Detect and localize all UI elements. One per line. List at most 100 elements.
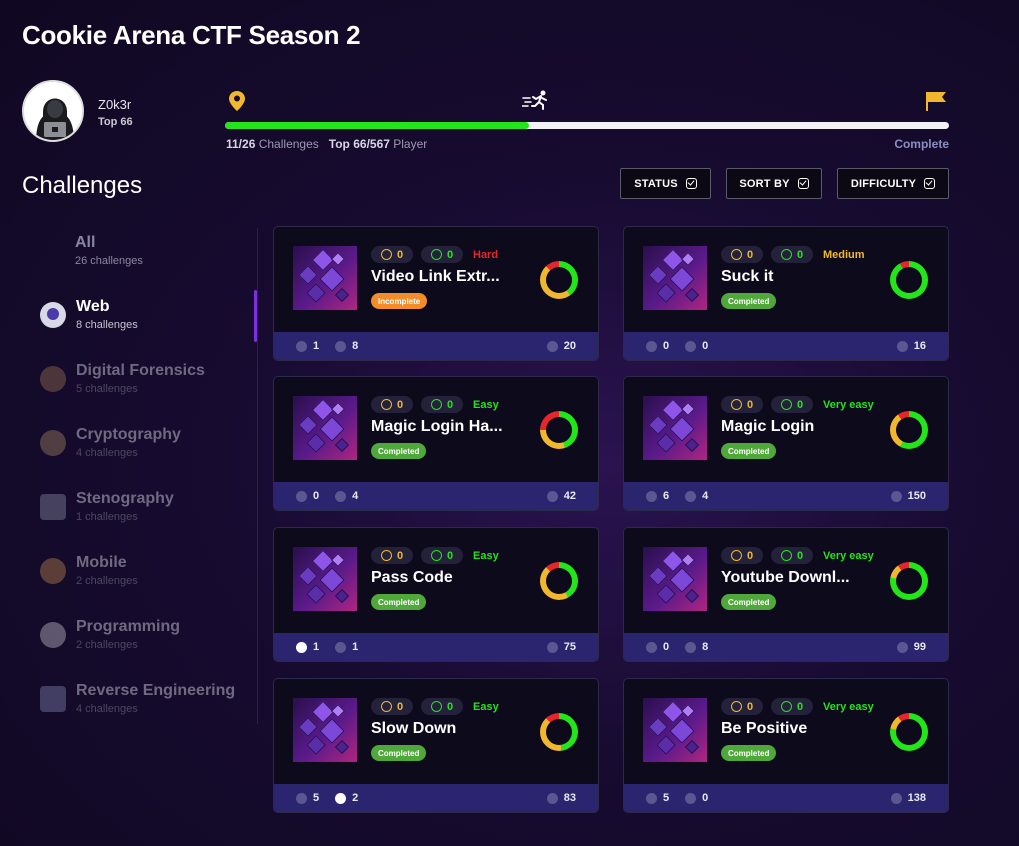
player-count: 75 xyxy=(546,641,576,653)
like-button[interactable]: 6 xyxy=(646,490,669,502)
status-badge: Incomplete xyxy=(371,293,428,309)
dislike-button[interactable]: 8 xyxy=(685,641,708,653)
category-count: 26 challenges xyxy=(75,255,143,267)
challenge-title[interactable]: Pass Code xyxy=(371,569,511,587)
thumbs-up-icon xyxy=(296,792,307,804)
coin-pill: 0 xyxy=(771,698,813,715)
dislike-button[interactable]: 2 xyxy=(335,792,358,804)
status-filter-button[interactable]: STATUS xyxy=(620,168,711,199)
challenge-card[interactable]: 0 0 Very easy Magic Login Completed 6 4 … xyxy=(623,376,949,511)
coin-pill: 0 xyxy=(771,547,813,564)
dislike-count: 1 xyxy=(352,641,359,653)
status-badge: Completed xyxy=(721,293,777,309)
like-button[interactable]: 5 xyxy=(296,792,319,804)
category-name: Stenography xyxy=(76,490,174,507)
dislike-count: 4 xyxy=(352,490,359,502)
thumbs-up-icon xyxy=(646,340,657,352)
challenge-footer: 0 8 99 xyxy=(624,633,948,661)
category-stenography[interactable]: Stenography 1 challenges xyxy=(40,490,174,523)
score-pill: 0 xyxy=(721,547,763,564)
challenge-footer: 5 2 83 xyxy=(274,784,598,812)
difficulty-filter-button[interactable]: DIFFICULTY xyxy=(837,168,949,199)
coin-pill: 0 xyxy=(771,396,813,413)
dislike-button[interactable]: 4 xyxy=(335,490,358,502)
category-cryptography[interactable]: Cryptography 4 challenges xyxy=(40,426,181,459)
like-button[interactable]: 0 xyxy=(646,641,669,653)
avatar[interactable] xyxy=(22,80,84,142)
like-button[interactable]: 0 xyxy=(646,340,669,352)
dislike-count: 0 xyxy=(702,340,709,352)
challenge-card[interactable]: 0 0 Hard Video Link Extr... Incomplete 1… xyxy=(273,226,599,361)
challenge-title[interactable]: Video Link Extr... xyxy=(371,268,511,286)
like-button[interactable]: 1 xyxy=(296,340,319,352)
category-digital-forensics[interactable]: Digital Forensics 5 challenges xyxy=(40,362,205,395)
category-all[interactable]: All 26 challenges xyxy=(75,234,143,267)
category-reverse-engineering[interactable]: Reverse Engineering 4 challenges xyxy=(40,682,235,715)
user-icon xyxy=(896,641,908,653)
timer-icon xyxy=(380,550,392,561)
dislike-button[interactable]: 0 xyxy=(685,792,708,804)
dislike-button[interactable]: 0 xyxy=(685,340,708,352)
challenge-meta: 0 0 Very easy xyxy=(721,396,874,413)
category-mobile[interactable]: Mobile 2 challenges xyxy=(40,554,138,587)
timer-icon xyxy=(380,249,392,260)
sort-by-button[interactable]: SORT BY xyxy=(726,168,822,199)
coin-icon xyxy=(430,249,442,260)
score-pill: 0 xyxy=(721,698,763,715)
dislike-button[interactable]: 1 xyxy=(335,641,358,653)
dislike-button[interactable]: 8 xyxy=(335,340,358,352)
like-button[interactable]: 5 xyxy=(646,792,669,804)
like-count: 6 xyxy=(663,490,670,502)
user-icon xyxy=(890,792,902,804)
challenge-card[interactable]: 0 0 Easy Magic Login Ha... Completed 0 4… xyxy=(273,376,599,511)
like-button[interactable]: 0 xyxy=(296,490,319,502)
score-pill: 0 xyxy=(371,246,413,263)
solve-rate-donut xyxy=(890,261,928,299)
challenge-card[interactable]: 0 0 Very easy Youtube Downl... Completed… xyxy=(623,527,949,662)
challenge-card[interactable]: 0 0 Medium Suck it Completed 0 0 16 xyxy=(623,226,949,361)
status-badge: Completed xyxy=(721,745,777,761)
mobile-category-icon xyxy=(40,558,66,584)
category-programming[interactable]: Programming 2 challenges xyxy=(40,618,180,651)
challenge-footer: 0 4 42 xyxy=(274,482,598,510)
score-pill: 0 xyxy=(371,396,413,413)
timer-icon xyxy=(380,701,392,712)
player-count: 99 xyxy=(896,641,926,653)
challenge-title[interactable]: Slow Down xyxy=(371,720,511,738)
complete-label: Complete xyxy=(894,137,949,151)
score-pill: 0 xyxy=(371,698,413,715)
difficulty-label: Very easy xyxy=(823,549,874,562)
challenge-title[interactable]: Be Positive xyxy=(721,720,861,738)
category-count: 2 challenges xyxy=(76,575,138,587)
challenge-card[interactable]: 0 0 Easy Slow Down Completed 5 2 83 xyxy=(273,678,599,813)
running-person-icon xyxy=(522,90,547,110)
player-count-value: 16 xyxy=(913,340,926,352)
coin-pill: 0 xyxy=(421,246,463,263)
challenge-title[interactable]: Magic Login xyxy=(721,418,861,436)
challenge-card[interactable]: 0 0 Easy Pass Code Completed 1 1 75 xyxy=(273,527,599,662)
challenge-meta: 0 0 Very easy xyxy=(721,698,874,715)
like-button[interactable]: 1 xyxy=(296,641,319,653)
check-square-icon xyxy=(797,178,809,189)
dislike-count: 4 xyxy=(702,490,709,502)
coin-value: 0 xyxy=(446,248,454,261)
user-icon xyxy=(546,792,558,804)
cryptography-category-icon xyxy=(40,430,66,456)
dislike-count: 0 xyxy=(702,792,709,804)
category-web[interactable]: Web 8 challenges xyxy=(40,298,138,331)
challenge-title[interactable]: Suck it xyxy=(721,268,861,286)
dislike-button[interactable]: 4 xyxy=(685,490,708,502)
like-count: 5 xyxy=(663,792,670,804)
challenge-title[interactable]: Youtube Downl... xyxy=(721,569,861,587)
score-value: 0 xyxy=(396,398,404,411)
like-count: 5 xyxy=(313,792,320,804)
player-count: 150 xyxy=(890,490,926,502)
challenge-title[interactable]: Magic Login Ha... xyxy=(371,418,511,436)
score-value: 0 xyxy=(396,549,404,562)
challenge-card[interactable]: 0 0 Very easy Be Positive Completed 5 0 … xyxy=(623,678,949,813)
player-label: Player xyxy=(393,137,428,151)
player-count: 42 xyxy=(546,490,576,502)
score-value: 0 xyxy=(396,248,404,261)
challenge-meta: 0 0 Easy xyxy=(371,698,499,715)
timer-icon xyxy=(730,701,742,712)
